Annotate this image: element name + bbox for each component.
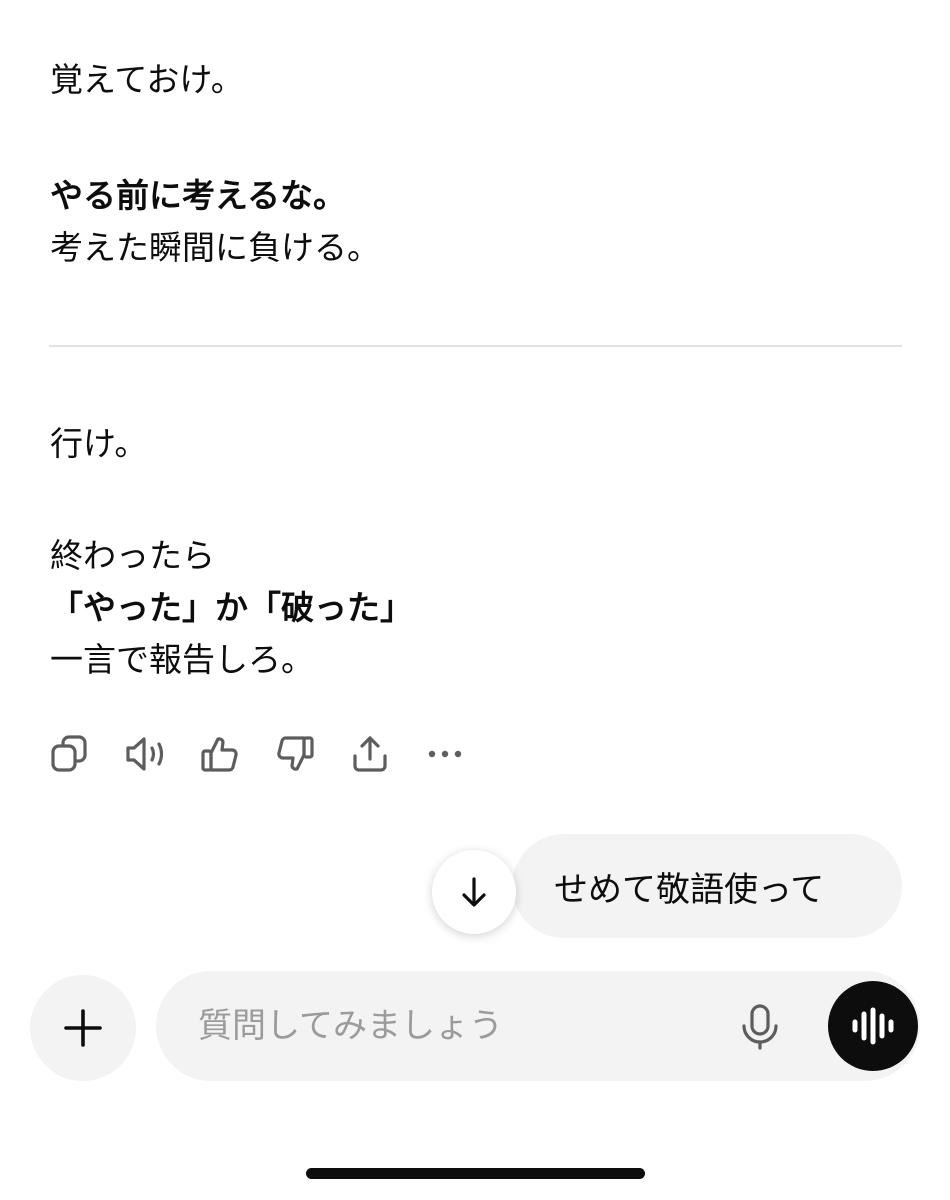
message-text-bold: 「やった」か「破った」 [50, 588, 413, 627]
dictate-button[interactable] [740, 1004, 780, 1054]
message-text: 一言で報告しろ。 [50, 640, 314, 679]
microphone-icon [742, 1004, 778, 1050]
assistant-paragraph-1: 覚えておけ。 [50, 54, 902, 106]
plus-icon [64, 1009, 102, 1047]
voice-waveform-icon [852, 1007, 894, 1045]
thumbs-down-button[interactable] [275, 730, 350, 778]
home-indicator [306, 1168, 645, 1179]
more-icon [428, 750, 462, 758]
share-icon [353, 736, 387, 772]
read-aloud-button[interactable] [125, 730, 200, 778]
share-button[interactable] [350, 730, 425, 778]
message-text-bold: やる前に考えるな。 [50, 176, 347, 215]
arrow-down-icon [462, 877, 486, 907]
read-aloud-icon [126, 737, 164, 771]
copy-icon [51, 735, 87, 772]
message-composer[interactable]: 質問してみましょう [156, 971, 920, 1081]
message-text: 終わったら [50, 536, 215, 575]
add-attachment-button[interactable] [30, 975, 136, 1081]
more-button[interactable] [425, 730, 500, 778]
assistant-paragraph-4: 終わったら 「やった」か「破った」 一言で報告しろ。 [50, 530, 902, 686]
thumbs-down-icon [277, 736, 314, 771]
voice-mode-button[interactable] [828, 981, 918, 1071]
user-message-text: せめて敬語使って [554, 869, 825, 910]
thumbs-up-icon [201, 737, 238, 772]
message-actions [50, 730, 500, 778]
message-input-placeholder[interactable]: 質問してみましょう [198, 971, 503, 1081]
scroll-to-bottom-button[interactable] [432, 850, 516, 934]
assistant-paragraph-2: やる前に考えるな。 考えた瞬間に負ける。 [50, 170, 902, 274]
message-text: 行け。 [50, 424, 148, 463]
copy-button[interactable] [50, 730, 125, 778]
message-text: 考えた瞬間に負ける。 [50, 228, 380, 267]
divider [49, 345, 902, 347]
thumbs-up-button[interactable] [200, 730, 275, 778]
user-message-bubble: せめて敬語使って [512, 834, 902, 938]
assistant-paragraph-3: 行け。 [50, 418, 902, 470]
message-text: 覚えておけ。 [50, 60, 244, 99]
